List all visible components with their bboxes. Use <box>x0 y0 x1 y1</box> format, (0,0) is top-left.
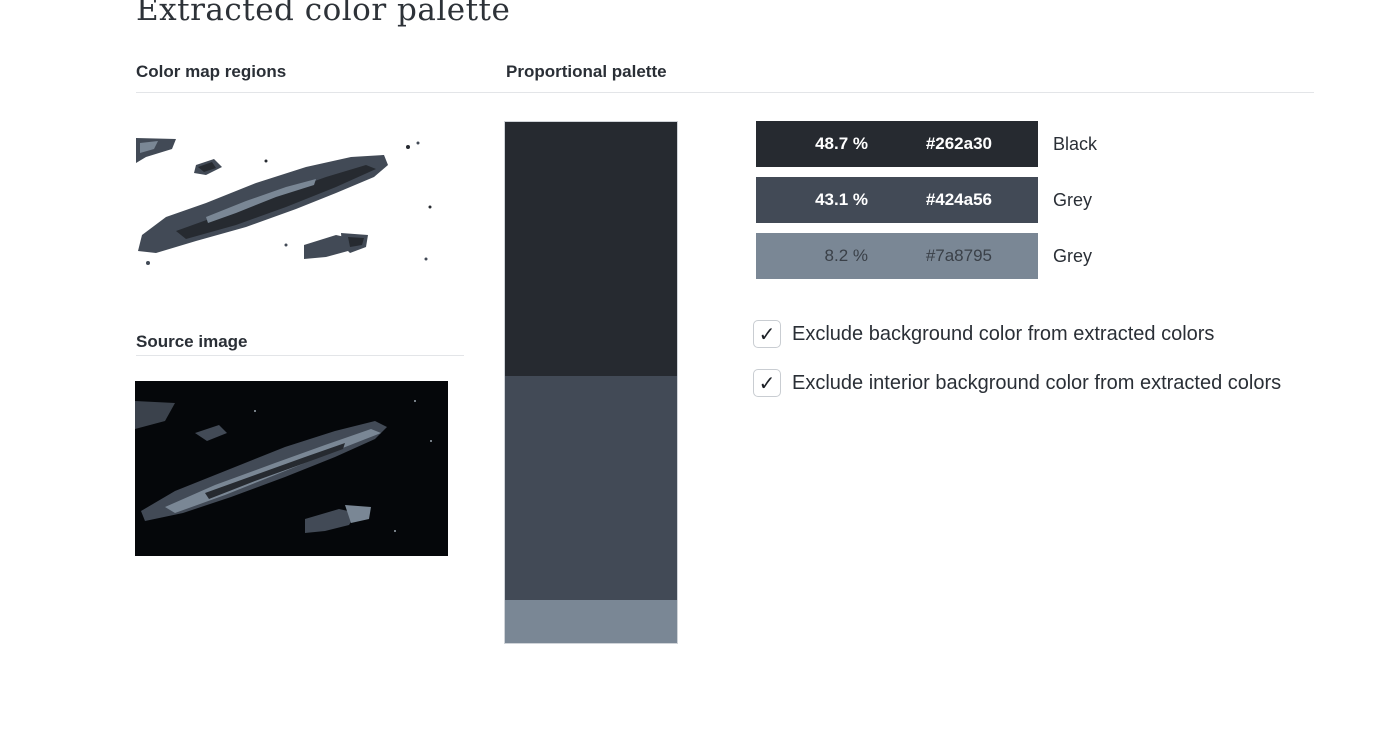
source-image-divider <box>136 355 464 356</box>
color-map-regions-image <box>136 135 436 273</box>
swatch-color-name: Black <box>1053 133 1098 154</box>
swatch-hex: #7a8795 <box>925 246 992 265</box>
checkmark-icon[interactable]: ✓ <box>753 320 781 348</box>
swatch-hex: #262a30 <box>925 134 992 153</box>
page-title: Extracted color palette <box>136 0 511 28</box>
palette-segment <box>505 600 677 643</box>
color-swatch[interactable]: 8.2 % #7a8795 <box>756 233 1038 279</box>
swatch-percent: 43.1 % <box>815 190 868 209</box>
header-divider <box>136 92 1314 93</box>
swatch-color-name: Grey <box>1053 189 1093 210</box>
swatch-percent: 8.2 % <box>824 246 868 265</box>
palette-swatch-row: 43.1 % #424a56 Grey <box>756 177 1097 223</box>
exclude-interior-background-option[interactable]: ✓ Exclude interior background color from… <box>753 367 1281 399</box>
palette-swatch-row: 48.7 % #262a30 Black <box>756 121 1097 167</box>
checkmark-icon[interactable]: ✓ <box>753 369 781 397</box>
palette-segment <box>505 375 677 601</box>
color-swatch[interactable]: 43.1 % #424a56 <box>756 177 1038 223</box>
color-swatch[interactable]: 48.7 % #262a30 <box>756 121 1038 167</box>
swatch-color-name: Grey <box>1053 245 1093 266</box>
exclude-interior-background-label: Exclude interior background color from e… <box>792 371 1282 394</box>
color-map-regions-heading: Color map regions <box>136 62 287 81</box>
palette-swatch-list: 48.7 % #262a30 Black 43.1 % #424a56 Grey… <box>756 121 1097 289</box>
source-image <box>135 381 448 556</box>
proportional-palette-bar <box>504 121 678 644</box>
source-image-heading: Source image <box>136 332 248 351</box>
exclude-background-option[interactable]: ✓ Exclude background color from extracte… <box>753 318 1281 350</box>
exclude-background-label: Exclude background color from extracted … <box>792 322 1215 345</box>
swatch-percent: 48.7 % <box>815 134 868 153</box>
palette-swatch-row: 8.2 % #7a8795 Grey <box>756 233 1097 279</box>
palette-segment <box>505 122 677 376</box>
swatch-hex: #424a56 <box>925 190 992 209</box>
extraction-options: ✓ Exclude background color from extracte… <box>753 318 1281 416</box>
proportional-palette-heading: Proportional palette <box>506 62 667 81</box>
